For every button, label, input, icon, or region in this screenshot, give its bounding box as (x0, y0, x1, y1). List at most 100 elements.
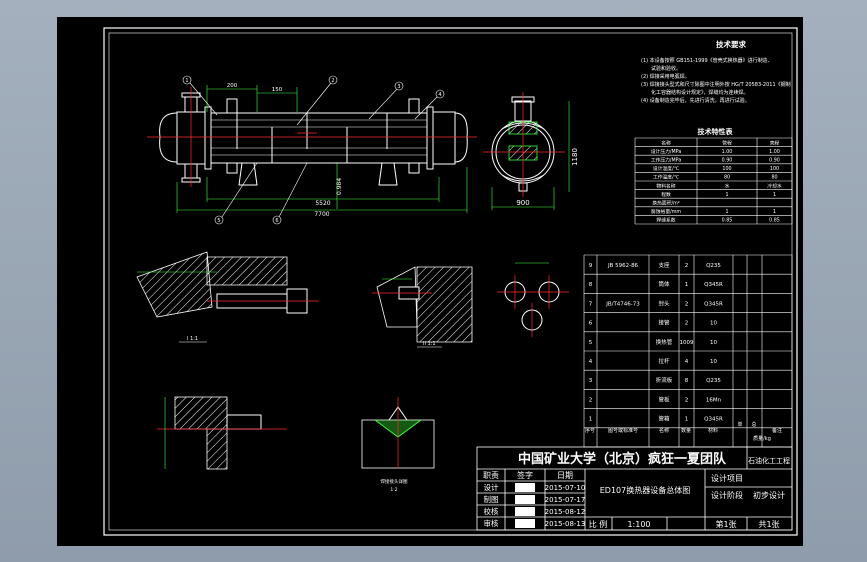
parts-cell: Q235 (706, 378, 721, 384)
spec-cell: 1 (725, 192, 728, 198)
parts-header-cell: 单 (737, 421, 742, 428)
spec-cell: 焊缝系数 (656, 217, 675, 224)
spec-cell: 1.00 (722, 149, 733, 155)
parts-cell: Q345R (704, 417, 723, 423)
parts-cell: 5 (589, 340, 593, 346)
tech-req-line: (2) 焊接采用电弧焊。 (641, 73, 690, 80)
parts-cell: 支座 (658, 261, 670, 269)
tech-req-title: 技术要求 (716, 39, 746, 49)
tech-req-line: (3) 焊接接头型式和尺寸除图中注明外按 HG/T 20583-2011《钢制 (641, 81, 791, 88)
dim-total-length: 7700 (314, 211, 329, 218)
parts-cell: 1 (589, 417, 593, 423)
parts-cell: 7 (589, 301, 593, 307)
bolt-detail (157, 396, 287, 470)
drawing-title: ED107换热器设备总体图 (600, 485, 690, 495)
side-height-dim: 1180 (571, 148, 579, 166)
spec-cell: 工作压力/MPa (651, 157, 682, 164)
spec-cell: 0.90 (722, 158, 733, 164)
balloons: 1 2 3 4 5 6 (182, 75, 445, 225)
parts-cell: 2 (685, 301, 689, 307)
detail-I: I 1:1 (136, 251, 319, 343)
title-date: 2015-08-13 (545, 520, 586, 528)
parts-cell: Q345R (704, 282, 723, 288)
parts-cell: 管箱 (658, 415, 670, 423)
drawing-sheet: 123456 7700 5520 200 150 0.984 900 1180 … (57, 17, 803, 546)
main-dimensions (176, 85, 468, 213)
parts-header-cell: 序号 (585, 427, 595, 434)
side-width-dim: 900 (516, 199, 529, 207)
shell (210, 112, 428, 164)
spec-cell: 1 (725, 209, 728, 215)
title-role: 校核 (484, 506, 499, 516)
parts-header-cell: 材料 (708, 427, 718, 434)
title-left-header: 职责 签字 日期 (483, 470, 573, 480)
tech-spec-table: 名称 管程 壳程设计压力/MPa 1.00 1.00 工作压力/MPa 0.90 0.90 设计… (634, 137, 793, 225)
parts-cell: JB 5962-86 (607, 263, 639, 269)
signature-blots (515, 483, 535, 528)
parts-cell: 4 (685, 359, 689, 365)
scale-value: 1:100 (627, 520, 650, 529)
spec-header-cell: 壳程 (770, 139, 780, 146)
parts-cell: 筒体 (658, 280, 670, 288)
parts-cell: 8 (685, 378, 689, 384)
tech-req-line: (4) 设备制造完毕后，先进行清洗，再进行试验。 (641, 97, 750, 104)
sheet-label: 第1张 (715, 519, 736, 529)
parts-cell: Q345R (704, 301, 723, 307)
main-view (159, 92, 468, 186)
spec-cell: 设计温度/℃ (653, 165, 680, 172)
spec-cell: 80 (771, 175, 777, 181)
tech-req-line: 试验和验收。 (651, 65, 681, 72)
balloon-number: 3 (397, 84, 400, 90)
spec-cell: 腐蚀裕量/mm (651, 208, 681, 215)
parts-header-cell: 名称 (659, 427, 669, 434)
spec-cell: 物料名称 (656, 182, 675, 189)
parts-cell: 8 (589, 282, 593, 288)
tech-req-list: (1) 本设备按照 GB151-1999《管壳式换热器》进行制造、 试验和验收。… (641, 57, 791, 104)
title-col-sign: 签字 (517, 470, 533, 480)
dim-support-span: 5520 (315, 200, 330, 207)
balloon-number: 1 (185, 78, 188, 84)
parts-cell: 1 (685, 417, 689, 423)
weld-label: 焊接接头详图 (381, 478, 408, 485)
spec-cell: 换热面积/m² (652, 200, 679, 207)
scale-label: 比 例 (589, 519, 608, 529)
dim-nozzle-b: 150 (272, 87, 283, 93)
parts-cell: 拉杆 (658, 357, 670, 365)
detail-II-label: II 1:1 (423, 341, 436, 347)
parts-cell: 4 (589, 359, 593, 365)
spec-cell: 0.90 (769, 158, 780, 164)
parts-cell: JB/T4746-73 (605, 301, 640, 307)
spec-cell: 水 (725, 182, 730, 189)
tube-pitch-view (497, 262, 569, 337)
spec-cell: 100 (770, 166, 779, 172)
spec-cell: 工作温度/℃ (653, 174, 680, 181)
spec-cell: 1 (773, 209, 776, 215)
spec-cell: 程数 (661, 191, 671, 198)
parts-cell: 2 (685, 397, 689, 403)
parts-cell: 折流板 (656, 376, 673, 384)
weld-detail: 焊接接头详图 1:2 (361, 397, 435, 493)
parts-header-cell: 备注 (772, 427, 782, 434)
title-role: 设计 (484, 482, 499, 492)
spec-header-cell: 名称 (661, 139, 671, 146)
tech-spec-title: 技术特性表 (698, 127, 734, 136)
balloon-number: 6 (275, 218, 278, 224)
title-col-role: 职责 (483, 470, 499, 480)
detail-II: II 1:1 (372, 266, 473, 348)
title-role: 审核 (484, 518, 499, 528)
spec-cell: 1 (773, 192, 776, 198)
title-date: 2015-07-10 (545, 484, 586, 492)
spec-cell: 冷却水 (767, 182, 782, 189)
dim-nozzle-a: 200 (227, 83, 238, 89)
title-date: 2015-07-17 (545, 496, 586, 504)
spec-cell: 80 (724, 175, 730, 181)
parts-cell: 2 (685, 263, 689, 269)
spec-cell: 100 (722, 166, 731, 172)
parts-cell: 2 (589, 397, 593, 403)
title-role: 制图 (484, 494, 499, 504)
parts-cell: 10 (710, 359, 717, 365)
dim-height-tag: 0.984 (336, 178, 343, 195)
design-project-label: 设计项目 (711, 473, 743, 483)
detail-I-label: I 1:1 (187, 336, 198, 342)
spec-cell: 0.85 (769, 218, 780, 224)
